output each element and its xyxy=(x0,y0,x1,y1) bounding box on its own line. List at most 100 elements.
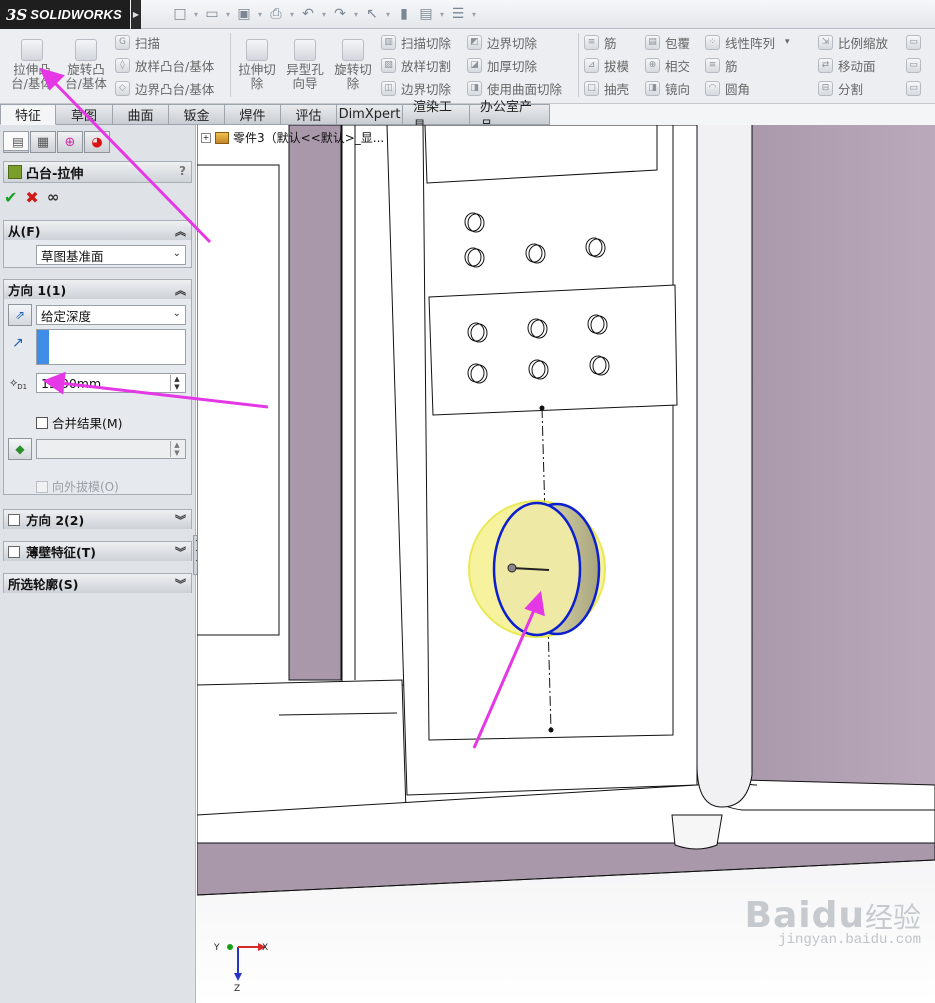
help-icon[interactable]: ? xyxy=(179,164,186,178)
chevron-down-icon[interactable]: ▾ xyxy=(384,5,392,23)
chevron-down-icon[interactable]: ︾ xyxy=(175,576,186,592)
depth-spinner[interactable]: ▲ ▼ xyxy=(170,375,183,391)
chevron-down-icon[interactable]: ▾ xyxy=(438,5,446,23)
chevron-down-icon[interactable]: ▾ xyxy=(288,5,296,23)
linear-pattern-button[interactable]: ⁘ 线性阵列 ▾ xyxy=(705,32,790,52)
split-button[interactable]: ⊟ 分割 xyxy=(818,78,863,98)
menu-expand-icon[interactable]: ▶ xyxy=(131,0,141,29)
extrude-cut-button[interactable]: 拉伸切 除 xyxy=(234,35,280,91)
draft-on-off-icon[interactable]: ◆ xyxy=(8,438,32,460)
merge-result-option[interactable]: 合并结果(M) xyxy=(36,413,123,432)
tab-office-products[interactable]: 办公室产品 xyxy=(470,100,550,134)
lofted-cut-button[interactable]: ▧ 放样切割 xyxy=(381,55,451,75)
tab-evaluate[interactable]: 评估 xyxy=(281,104,337,125)
direction2-header[interactable]: 方向 2(2) ︾ xyxy=(4,510,191,529)
thin-feature-header[interactable]: 薄壁特征(T) ︾ xyxy=(4,542,191,561)
rib2-button[interactable]: ≡ 筋 xyxy=(705,55,738,75)
options-icon[interactable]: ☰ xyxy=(448,5,468,23)
save-icon[interactable]: ▣ xyxy=(234,5,254,23)
chevron-down-icon[interactable]: ︾ xyxy=(175,512,186,528)
tab-weldments[interactable]: 焊件 xyxy=(225,104,281,125)
ribbon-overflow-item[interactable]: ▭ xyxy=(906,78,926,98)
wrap-button[interactable]: ▤ 包覆 xyxy=(645,32,690,52)
draft-button[interactable]: ⊿ 拔模 xyxy=(584,55,629,75)
thin-feature-group[interactable]: 薄壁特征(T) ︾ xyxy=(3,541,192,561)
tab-sheet-metal[interactable]: 钣金 xyxy=(169,104,225,125)
chevron-up-icon[interactable]: ︽ xyxy=(175,223,186,239)
selected-contours-header[interactable]: 所选轮廓(S) ︾ xyxy=(4,574,191,593)
draft-outward-option[interactable]: 向外拔模(O) xyxy=(36,478,119,495)
sweep-button[interactable]: G 扫描 xyxy=(115,32,160,52)
hole-wizard-button[interactable]: 异型孔 向导 xyxy=(282,35,328,91)
print-icon[interactable]: ⎙ xyxy=(266,5,286,23)
scale-button[interactable]: ⇲ 比例缩放 xyxy=(818,32,888,52)
chevron-down-icon[interactable]: ︾ xyxy=(175,544,186,560)
swept-cut-button[interactable]: ▥ 扫描切除 xyxy=(381,32,451,52)
select-icon[interactable]: ↖ xyxy=(362,5,382,23)
direction1-header[interactable]: 方向 1(1) ︽ xyxy=(4,280,191,299)
boundary-boss-button[interactable]: ◇ 边界凸台/基体 xyxy=(115,78,214,98)
ribbon-overflow-item[interactable]: ▭ xyxy=(906,55,926,75)
merge-result-checkbox[interactable] xyxy=(36,416,48,429)
chevron-down-icon[interactable]: ▾ xyxy=(785,37,790,47)
new-icon[interactable]: □ xyxy=(170,5,190,23)
display-manager-icon[interactable]: ◕ xyxy=(84,131,110,153)
chevron-down-icon[interactable]: ▾ xyxy=(224,5,232,23)
property-manager-panel: ◈ ▤ ▦ ⊕ ◕ 凸台-拉伸 ? ✔ ✖ ∞ 从(F) ︽ 草图基准面 ⌄ xyxy=(0,125,201,1003)
chevron-down-icon[interactable]: ▾ xyxy=(320,5,328,23)
tab-render-tools[interactable]: 渲染工具 xyxy=(403,100,470,134)
loft-boss-button[interactable]: ◊ 放样凸台/基体 xyxy=(115,55,214,75)
extrude-cut-label: 拉伸切 除 xyxy=(238,62,276,91)
file-properties-icon[interactable]: ▤ xyxy=(416,5,436,23)
direction2-checkbox[interactable] xyxy=(8,513,20,526)
draft-spinner[interactable]: ▲ ▼ xyxy=(170,441,183,457)
tab-surfaces[interactable]: 曲面 xyxy=(113,104,169,125)
expand-icon[interactable]: + xyxy=(201,132,211,143)
extrude-boss-button[interactable]: 拉伸凸 台/基体 xyxy=(6,35,58,91)
thicken-cut-button[interactable]: ◪ 加厚切除 xyxy=(467,55,537,75)
graphics-area[interactable]: + 零件3（默认<<默认>_显... ⊐ ⊥ ⋯ Y X Z Baidu经验 j… xyxy=(197,125,935,1003)
revolve-cut-button[interactable]: 旋转切 除 xyxy=(330,35,376,91)
tab-features[interactable]: 特征 xyxy=(0,104,56,125)
chevron-down-icon: ⌄ xyxy=(172,308,181,319)
reverse-direction-icon[interactable]: ⇗ xyxy=(8,304,32,326)
chevron-down-icon[interactable]: ▾ xyxy=(470,5,478,23)
configuration-manager-icon[interactable]: ▦ xyxy=(30,131,56,153)
shell-button[interactable]: □ 抽壳 xyxy=(584,78,629,98)
chevron-down-icon[interactable]: ▾ xyxy=(352,5,360,23)
preview-icon[interactable]: ∞ xyxy=(47,188,60,207)
rib-button[interactable]: ≡ 筋 xyxy=(584,32,617,52)
direction-reference-list[interactable] xyxy=(36,329,186,365)
fillet-button[interactable]: ◠ 圆角 xyxy=(705,78,750,98)
rebuild-icon[interactable]: ▮ xyxy=(394,5,414,23)
property-manager-icon[interactable]: ▤ xyxy=(3,131,29,151)
thin-feature-checkbox[interactable] xyxy=(8,545,20,558)
mirror-button[interactable]: ◨ 镜向 xyxy=(645,78,690,98)
depth-input[interactable]: 15.00mm ▲ ▼ xyxy=(36,373,186,393)
draft-angle-input[interactable]: ▲ ▼ xyxy=(36,439,186,459)
from-group-header[interactable]: 从(F) ︽ xyxy=(4,221,191,240)
from-select[interactable]: 草图基准面 ⌄ xyxy=(36,245,186,265)
end-condition-select[interactable]: 给定深度 ⌄ xyxy=(36,305,186,325)
direction2-group[interactable]: 方向 2(2) ︾ xyxy=(3,509,192,529)
cancel-icon[interactable]: ✖ xyxy=(25,188,38,207)
chevron-up-icon[interactable]: ︽ xyxy=(175,282,186,298)
move-face-button[interactable]: ⇄ 移动面 xyxy=(818,55,876,75)
solidworks-logo[interactable]: 3S SOLIDWORKS xyxy=(0,0,130,29)
intersect-button[interactable]: ⊕ 相交 xyxy=(645,55,690,75)
tab-dimxpert[interactable]: DimXpert xyxy=(337,104,403,125)
chevron-down-icon[interactable]: ▾ xyxy=(256,5,264,23)
chevron-down-icon[interactable]: ▾ xyxy=(192,5,200,23)
undo-icon[interactable]: ↶ xyxy=(298,5,318,23)
selected-contours-group[interactable]: 所选轮廓(S) ︾ xyxy=(3,573,192,593)
feature-tree-flyout[interactable]: + 零件3（默认<<默认>_显... xyxy=(201,129,384,146)
tab-sketch[interactable]: 草图 xyxy=(56,104,113,125)
ok-icon[interactable]: ✔ xyxy=(4,188,17,207)
draft-outward-checkbox[interactable] xyxy=(36,480,48,493)
boundary-cut2-button[interactable]: ◩ 边界切除 xyxy=(467,32,537,52)
revolve-boss-button[interactable]: 旋转凸 台/基体 xyxy=(58,35,114,91)
redo-icon[interactable]: ↷ xyxy=(330,5,350,23)
dimxpert-manager-icon[interactable]: ⊕ xyxy=(57,131,83,153)
ribbon-overflow-item[interactable]: ▭ xyxy=(906,32,926,52)
open-icon[interactable]: ▭ xyxy=(202,5,222,23)
